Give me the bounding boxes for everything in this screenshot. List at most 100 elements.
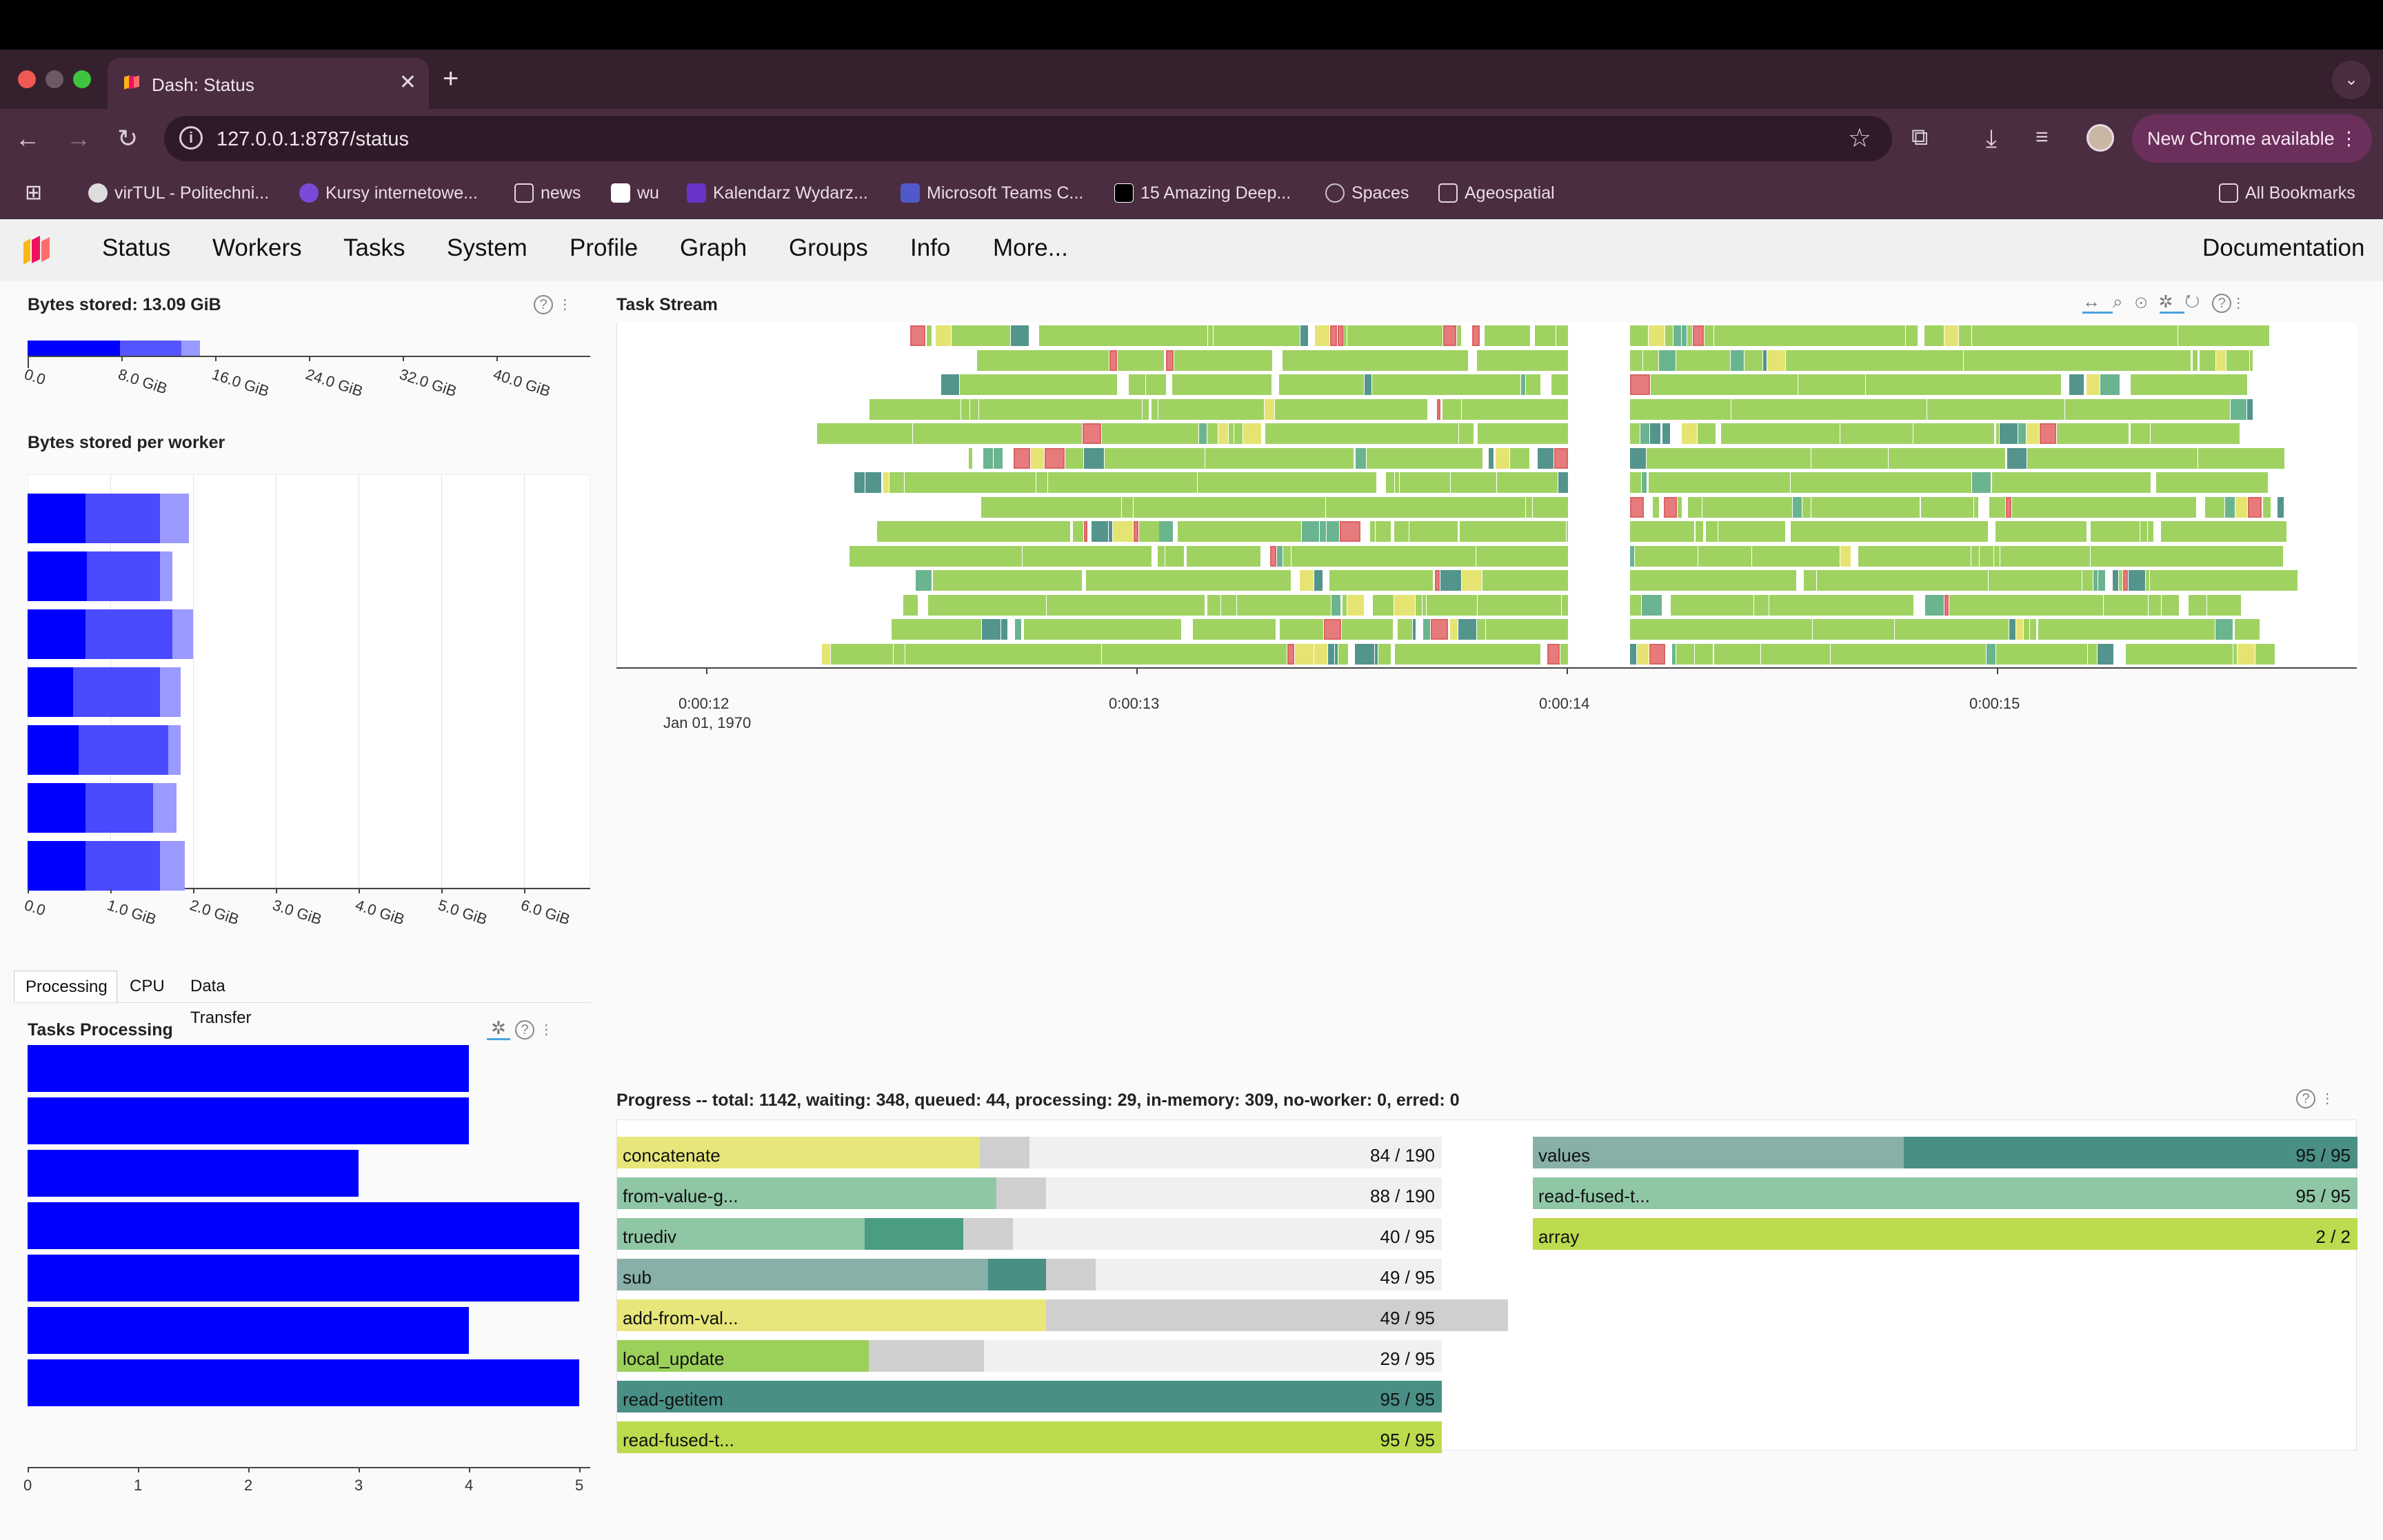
task-rect [2247,398,2253,420]
task-rect [1642,472,1647,493]
medium-icon [1114,183,1134,203]
nav-system[interactable]: System [447,234,527,262]
task-rect [1478,423,1568,444]
worker-memory-bar [28,783,86,833]
reload-icon[interactable]: ↻ [117,124,138,153]
bookmark-item[interactable]: Spaces [1325,183,1409,203]
task-rect [1207,423,1218,444]
minimize-window-button[interactable] [46,70,63,88]
nav-profile[interactable]: Profile [570,234,638,262]
task-rect [927,594,1047,616]
tab-processing[interactable]: Processing [14,971,117,1002]
task-rect [1648,472,1790,493]
bookmark-item[interactable]: wu [611,183,659,203]
progress-row-readgetitem: read-getitem 95 / 95 [617,1381,1442,1412]
tick-mark [1997,667,1998,674]
tab-data-transfer[interactable]: Data Transfer [179,971,262,1027]
task-rect [1011,325,1029,346]
hover-tool-icon[interactable]: ✲ [2159,291,2185,314]
address-bar[interactable]: i 127.0.0.1:8787/status ☆ [164,116,1892,161]
bookmark-item[interactable]: 15 Amazing Deep... [1114,183,1291,203]
task-rect [1449,619,1458,640]
task-rect [1373,594,1394,616]
help-icon[interactable]: ? [2212,294,2232,313]
toolbar-menu-icon[interactable]: ⋮ [539,1022,553,1037]
task-rect [1277,545,1283,567]
task-rect [1730,349,1744,371]
apps-grid-icon[interactable]: ⊞ [25,181,42,205]
task-rect [1649,423,1660,444]
memory-fill [617,1381,1442,1412]
new-chrome-available-button[interactable]: New Chrome available ⋮ [2132,114,2372,163]
nav-status[interactable]: Status [102,234,170,262]
all-bookmarks[interactable]: All Bookmarks [2219,183,2355,203]
bookmark-item[interactable]: virTUL - Politechni... [88,183,269,203]
bookmark-item[interactable]: Kalendarz Wydarz... [687,183,868,203]
progress-row-addfromval: add-from-val... 49 / 95 [617,1299,1508,1331]
task-rect [1804,570,1816,591]
task-rect [1630,594,1641,616]
help-icon[interactable]: ? [515,1020,535,1040]
bookmark-item[interactable]: Microsoft Teams C... [901,183,1083,203]
task-rect [1399,472,1451,493]
zoom-tool-icon[interactable]: ⌕ [2113,291,2135,312]
task-rect [1682,325,1687,346]
bookmark-star-icon[interactable]: ☆ [1848,123,1871,154]
toolbar-menu-icon[interactable]: ⋮ [558,297,572,312]
wheel-zoom-icon[interactable]: ⊙ [2135,291,2160,312]
bookmark-item[interactable]: Ageospatial [1438,183,1555,203]
back-icon[interactable]: ← [15,124,40,153]
tab-cpu[interactable]: CPU [119,971,176,1002]
progress-label: from-value-g... [623,1186,738,1206]
dask-logo-icon[interactable] [22,233,55,269]
help-icon[interactable]: ? [2296,1089,2315,1108]
new-tab-button[interactable]: + [443,63,459,94]
progress-label: sub [623,1267,652,1288]
task-rect [1476,545,1568,567]
task-rect [2262,496,2271,518]
bookmark-item[interactable]: Kursy internetowe... [299,183,478,203]
browser-tab[interactable]: Dash: Status ✕ [108,58,429,109]
task-rect [1072,521,1084,542]
toolbar-menu-icon[interactable]: ⋮ [2231,296,2258,311]
bookmark-item[interactable]: news [514,183,581,203]
task-rect [1713,643,1761,665]
nav-graph[interactable]: Graph [680,234,747,262]
tab-search-button[interactable]: ⌄ [2332,61,2371,99]
extensions-icon[interactable]: ⧉ [1911,124,1928,151]
task-rect [1665,325,1673,346]
maximize-window-button[interactable] [73,70,91,88]
task-rect [1434,570,1440,591]
nav-workers[interactable]: Workers [212,234,302,262]
task-rect [1791,521,1989,542]
nav-tasks[interactable]: Tasks [343,234,405,262]
task-rect [1995,521,2087,542]
task-rect [1790,472,1972,493]
task-rect [2056,423,2129,444]
close-window-button[interactable] [18,70,36,88]
toolbar-menu-icon[interactable]: ⋮ [2320,1091,2334,1106]
task-rect [1670,594,1753,616]
task-rect [1558,472,1568,493]
task-rect [1671,643,1676,665]
site-info-icon[interactable]: i [179,126,203,150]
task-rect [1409,521,1458,542]
nav-documentation[interactable]: Documentation [2202,234,2364,262]
close-tab-icon[interactable]: ✕ [399,70,416,94]
help-icon[interactable]: ? [534,295,553,314]
nav-info[interactable]: Info [910,234,950,262]
task-rect [1698,545,1752,567]
menu-kebab-icon: ⋮ [2340,128,2358,149]
pan-tool-icon[interactable]: ↔ [2082,291,2113,314]
forward-icon[interactable]: → [66,124,91,153]
profile-avatar[interactable] [2087,124,2114,152]
task-rect [1731,398,1927,420]
hover-tool-icon[interactable]: ✲ [487,1017,510,1040]
download-icon[interactable]: ⤓ [1986,124,1997,154]
nav-groups[interactable]: Groups [789,234,868,262]
nav-more[interactable]: More... [993,234,1068,262]
media-icon[interactable]: ≡ [2035,124,2049,150]
task-rect [1323,619,1342,640]
task-rect [2224,496,2235,518]
reset-icon[interactable]: ↻ [2184,291,2212,312]
